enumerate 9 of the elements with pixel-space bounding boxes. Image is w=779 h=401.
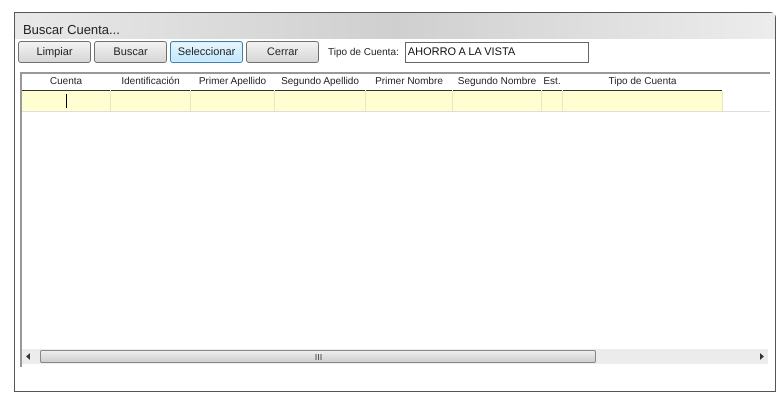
text-cursor-icon	[66, 94, 67, 108]
account-type-label: Tipo de Cuenta:	[328, 46, 399, 60]
grip-icon	[314, 354, 322, 360]
toolbar-button[interactable]: Seleccionar	[170, 41, 243, 63]
toolbar-button[interactable]: Limpiar	[18, 41, 91, 63]
window-title: Buscar Cuenta...	[23, 21, 120, 39]
toolbar-button[interactable]: Buscar	[94, 41, 167, 63]
toolbar-button[interactable]: Cerrar	[246, 41, 319, 63]
account-type-field[interactable]: AHORRO A LA VISTA	[404, 42, 589, 62]
